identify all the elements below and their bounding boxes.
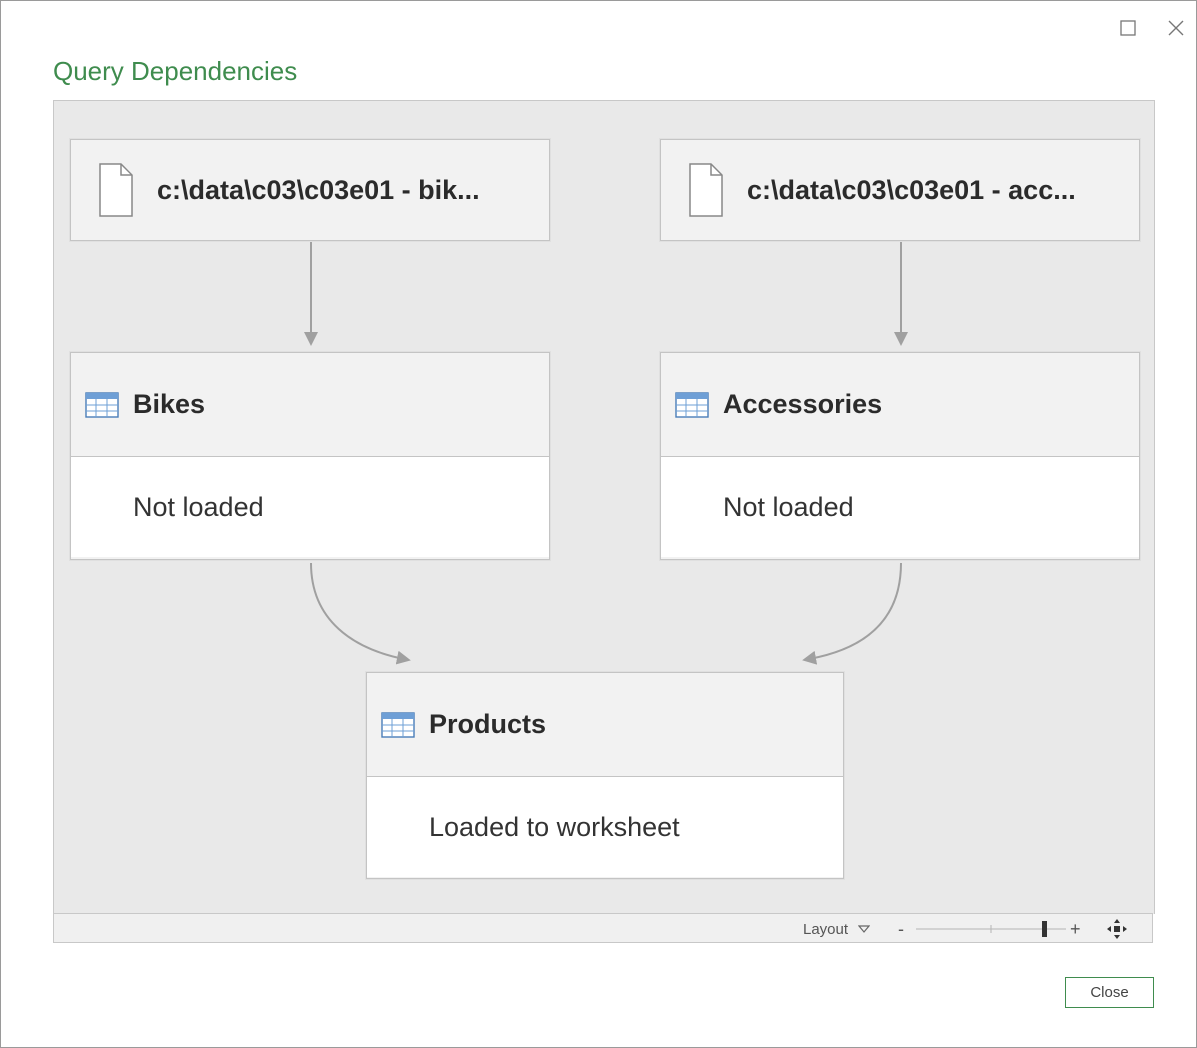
dialog-title: Query Dependencies [53,56,298,86]
maximize-icon[interactable] [1113,13,1143,43]
dependency-canvas[interactable]: c:\data\c03\c03e01 - bik... c:\data\c03\… [53,100,1155,914]
zoom-out-button[interactable]: - [898,914,904,944]
edge-accessories-to-products [802,562,902,665]
close-icon[interactable] [1161,13,1191,43]
query-node-bikes[interactable]: Bikes Not loaded [70,352,550,560]
zoom-slider-thumb [1042,921,1047,937]
table-icon [675,391,709,418]
chevron-down-icon [858,925,871,933]
query-dependencies-dialog: Query Dependencies c:\data\c03\c03e01 - … [0,0,1197,1048]
close-button[interactable]: Close [1065,977,1154,1008]
query-title-accessories: Accessories [723,389,883,419]
table-icon [85,391,119,418]
query-title-bikes: Bikes [133,389,206,419]
source-node-bikes[interactable]: c:\data\c03\c03e01 - bik... [70,139,550,241]
query-status-products: Loaded to worksheet [367,777,843,877]
source-node-accessories[interactable]: c:\data\c03\c03e01 - acc... [660,139,1140,241]
edge-bikes-to-products [310,562,411,665]
query-title-products: Products [429,709,547,739]
file-icon [99,163,133,217]
zoom-in-button[interactable]: + [1070,914,1081,944]
layout-label: Layout [803,920,849,938]
table-icon [381,711,415,738]
layout-dropdown[interactable]: Layout [803,914,871,944]
query-status-accessories: Not loaded [661,457,1139,557]
query-status-bikes: Not loaded [71,457,549,557]
source-label-accessories: c:\data\c03\c03e01 - acc... [747,174,1076,205]
zoom-slider[interactable] [916,914,1066,944]
fit-to-screen-icon[interactable] [1106,914,1128,944]
query-node-products[interactable]: Products Loaded to worksheet [366,672,844,879]
source-label-bikes: c:\data\c03\c03e01 - bik... [157,174,480,205]
zoom-slider-track [916,921,1066,937]
canvas-statusbar: Layout - + [53,913,1153,943]
query-node-accessories[interactable]: Accessories Not loaded [660,352,1140,560]
file-icon [689,163,723,217]
